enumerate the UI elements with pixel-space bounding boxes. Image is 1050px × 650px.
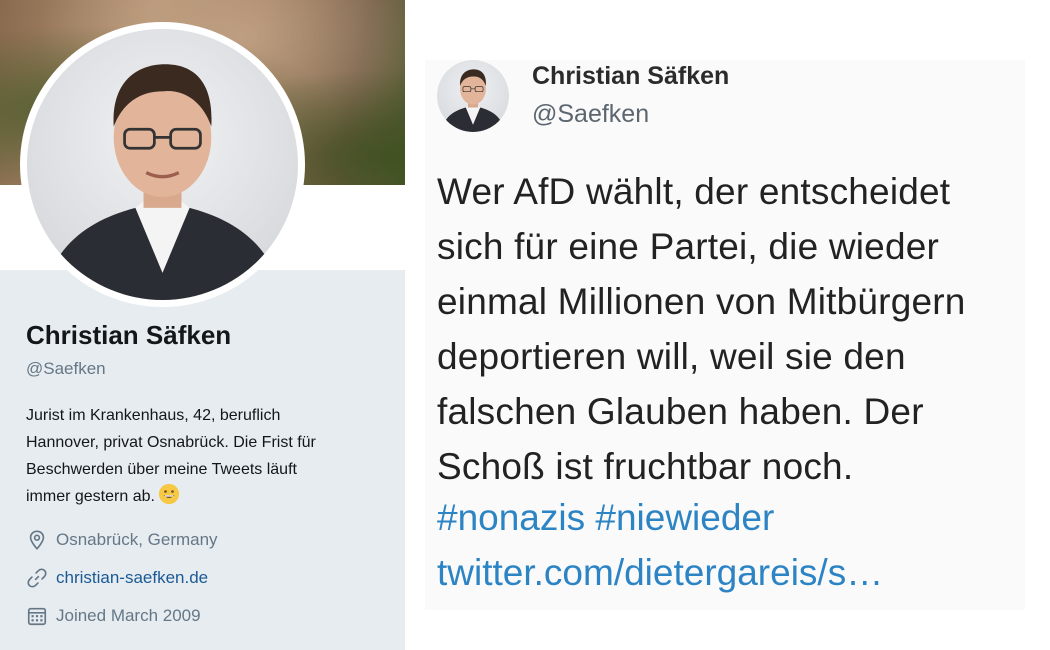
tweet-author-name[interactable]: Christian Säfken — [532, 62, 729, 91]
bio-line: Hannover, privat Osnabrück. Die Frist fü… — [26, 434, 316, 451]
profile-panel: Christian Säfken @Saefken Jurist im Kran… — [0, 0, 405, 650]
location-pin-icon — [26, 529, 48, 551]
tweet-text-line: deportieren will, weil sie den — [437, 336, 906, 377]
tweet-text-line: sich für eine Partei, die wieder — [437, 226, 940, 267]
tweet-author-handle[interactable]: @Saefken — [532, 100, 649, 129]
grinning-face-emoji-icon — [158, 484, 179, 504]
tweet-text: Wer AfD wählt, der entscheidet sich für … — [437, 164, 1047, 494]
bio-line: Beschwerden über meine Tweets läuft — [26, 461, 297, 478]
location-text: Osnabrück, Germany — [56, 530, 218, 549]
calendar-icon — [26, 605, 48, 627]
profile-name: Christian Säfken — [26, 320, 232, 350]
bio-line-text: immer gestern ab. — [26, 488, 155, 505]
profile-joined-date: Joined March 2009 — [26, 604, 201, 628]
tweet-hashtags[interactable]: #nonazis #niewieder — [437, 490, 1047, 545]
tweet-panel: Christian Säfken @Saefken Wer AfD wählt,… — [405, 0, 1050, 650]
tweet-text-line: einmal Millionen von Mitbürgern — [437, 281, 966, 322]
tweet-text-line: falschen Glauben haben. Der — [437, 391, 924, 432]
tweet-text-line: Schoß ist fruchtbar noch. — [437, 446, 854, 487]
tweet-text-line: Wer AfD wählt, der entscheidet — [437, 171, 951, 212]
avatar-portrait-image — [440, 69, 506, 132]
avatar-portrait-image — [40, 64, 285, 300]
profile-avatar[interactable] — [20, 22, 305, 307]
tweet-author-avatar[interactable] — [437, 60, 509, 132]
tweet-url-link[interactable]: twitter.com/dietergareis/s… — [437, 545, 1047, 600]
profile-location: Osnabrück, Germany — [26, 528, 218, 552]
tweet-links: #nonazis #niewieder twitter.com/dieterga… — [437, 490, 1047, 600]
bio-line: Jurist im Krankenhaus, 42, beruflich — [26, 407, 281, 424]
website-link[interactable]: christian-saefken.de — [56, 568, 208, 588]
link-icon — [26, 567, 48, 589]
profile-bio: Jurist im Krankenhaus, 42, beruflich Han… — [26, 402, 376, 510]
bio-line: immer gestern ab. — [26, 483, 376, 510]
profile-website: christian-saefken.de — [26, 566, 208, 590]
profile-handle[interactable]: @Saefken — [26, 359, 106, 379]
joined-text: Joined March 2009 — [56, 606, 201, 625]
